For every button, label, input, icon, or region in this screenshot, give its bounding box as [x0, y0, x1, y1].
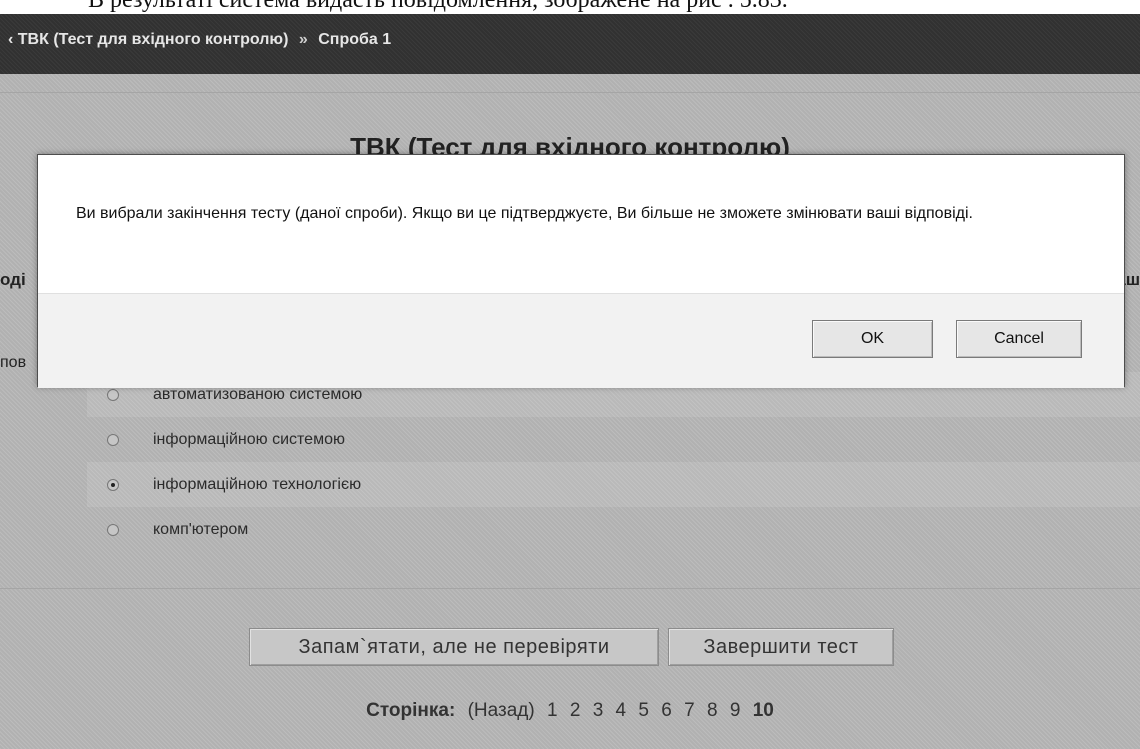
dialog-footer: OK Cancel [38, 293, 1124, 388]
divider [0, 588, 1140, 589]
pagination-page-link[interactable]: 2 [570, 700, 581, 721]
ok-button[interactable]: OK [812, 320, 933, 358]
pagination-page-link[interactable]: 5 [638, 700, 649, 721]
pagination-page-link[interactable]: 8 [707, 700, 718, 721]
answer-label: комп'ютером [153, 521, 249, 538]
pagination-page-link[interactable]: 1 [547, 700, 558, 721]
pagination-page-link[interactable]: 7 [684, 700, 695, 721]
cancel-button[interactable]: Cancel [956, 320, 1082, 358]
question-text-fragment: пов [0, 354, 27, 371]
pagination-label: Сторінка: [366, 700, 456, 721]
answer-option[interactable]: інформаційною технологією [87, 462, 1140, 507]
breadcrumb: ‹ ТВК (Тест для вхідного контролю) » Спр… [8, 31, 391, 49]
answer-option[interactable]: інформаційною системою [87, 417, 1140, 462]
breadcrumb-test-link[interactable]: ТВК (Тест для вхідного контролю) [18, 31, 289, 48]
answer-label: автоматизованою системою [153, 386, 363, 403]
divider [0, 92, 1140, 93]
answer-option[interactable]: комп'ютером [87, 507, 1140, 552]
pagination: Сторінка: (Назад) 1 2 3 4 5 6 7 8 9 10 [0, 700, 1140, 722]
save-without-check-button[interactable]: Запам`ятати, але не перевіряти [249, 628, 659, 666]
breadcrumb-attempt: Спроба 1 [318, 31, 392, 48]
finish-test-button[interactable]: Завершити тест [668, 628, 894, 666]
answer-label: інформаційною системою [153, 431, 345, 448]
pagination-page-link[interactable]: 3 [593, 700, 604, 721]
document-caption-text: В результаті система видасть повідомленн… [88, 0, 788, 13]
answer-label: інформаційною технологією [153, 476, 362, 493]
pagination-current-page: 10 [752, 700, 774, 721]
answer-list: автоматизованою системою інформаційною с… [87, 372, 1140, 552]
question-header-fragment: оді [0, 270, 26, 289]
breadcrumb-leading-fragment: ‹ [8, 31, 14, 48]
breadcrumb-separator: » [298, 31, 308, 48]
dialog-message: Ви вибрали закінчення тесту (даної спроб… [76, 205, 973, 222]
radio-button[interactable] [107, 434, 119, 446]
pagination-page-link[interactable]: 9 [730, 700, 741, 721]
top-navbar: ‹ ТВК (Тест для вхідного контролю) » Спр… [0, 14, 1140, 74]
radio-button[interactable] [107, 524, 119, 536]
document-caption: В результаті система видасть повідомленн… [0, 0, 1140, 14]
confirm-dialog: Ви вибрали закінчення тесту (даної спроб… [37, 154, 1125, 388]
pagination-page-link[interactable]: 6 [661, 700, 672, 721]
radio-button-selected[interactable] [107, 479, 119, 491]
pagination-prev-link[interactable]: (Назад) [468, 700, 535, 721]
pagination-page-link[interactable]: 4 [616, 700, 627, 721]
radio-button[interactable] [107, 389, 119, 401]
